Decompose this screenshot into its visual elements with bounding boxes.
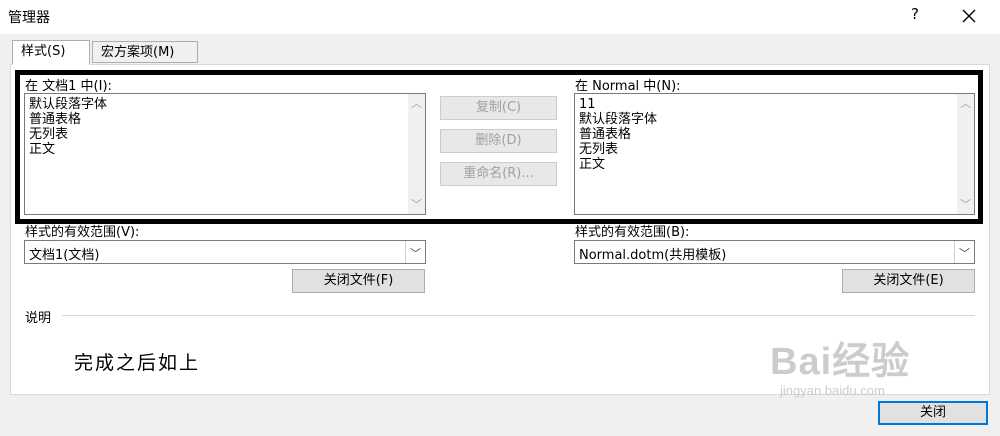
list-item[interactable]: 默认段落字体 (29, 97, 107, 112)
list-item[interactable]: 11 (579, 97, 657, 112)
delete-button[interactable]: 删除(D) (440, 129, 557, 153)
list-item[interactable]: 无列表 (579, 142, 657, 157)
watermark: Bai经验 jingyan.baidu.com (770, 330, 910, 398)
watermark-url: jingyan.baidu.com (780, 383, 885, 398)
list-item[interactable]: 无列表 (29, 127, 107, 142)
watermark-brand: Bai经验 (770, 341, 911, 383)
scroll-up-icon[interactable]: ︿ (960, 98, 971, 109)
close-button[interactable]: 关闭 (878, 401, 988, 425)
window-title: 管理器 (8, 10, 50, 26)
scroll-down-icon[interactable]: ﹀ (411, 199, 422, 210)
left-scope-label: 样式的有效范围(V): (25, 225, 140, 240)
help-button[interactable]: ? (905, 5, 925, 27)
right-close-file-button[interactable]: 关闭文件(E) (842, 269, 975, 293)
list-item[interactable]: 默认段落字体 (579, 112, 657, 127)
right-list-scrollbar[interactable]: ︿ ﹀ (957, 94, 974, 214)
description-text: 完成之后如上 (74, 352, 201, 374)
title-bar: 管理器 ? (0, 0, 1000, 34)
list-item[interactable]: 正文 (29, 142, 107, 157)
tab-macro-items[interactable]: 宏方案项(M) (92, 41, 198, 63)
left-close-file-button[interactable]: 关闭文件(F) (292, 269, 425, 293)
right-scope-label: 样式的有效范围(B): (575, 225, 690, 240)
close-icon[interactable] (955, 4, 983, 28)
tab-styles[interactable]: 样式(S) (12, 40, 90, 65)
left-style-list[interactable]: 默认段落字体 普通表格 无列表 正文 ︿ ﹀ (24, 93, 426, 215)
description-label: 说明 (25, 311, 52, 326)
list-item[interactable]: 普通表格 (29, 112, 107, 127)
left-scope-select[interactable]: 文档1(文档) ﹀ (24, 240, 426, 264)
right-scope-select[interactable]: Normal.dotm(共用模板) ﹀ (574, 240, 975, 264)
right-in-label: 在 Normal 中(N): (575, 79, 681, 94)
left-scope-value: 文档1(文档) (29, 248, 100, 263)
left-in-label: 在 文档1 中(I): (25, 79, 112, 94)
chevron-down-icon[interactable]: ﹀ (954, 241, 974, 263)
copy-button[interactable]: 复制(C) (440, 96, 557, 120)
scroll-down-icon[interactable]: ﹀ (960, 199, 971, 210)
chevron-down-icon[interactable]: ﹀ (405, 241, 425, 263)
right-scope-value: Normal.dotm(共用模板) (579, 248, 727, 263)
list-item[interactable]: 正文 (579, 157, 657, 172)
list-item[interactable]: 普通表格 (579, 127, 657, 142)
scroll-up-icon[interactable]: ︿ (411, 98, 422, 109)
description-divider (62, 315, 975, 316)
rename-button[interactable]: 重命名(R)... (440, 162, 557, 186)
left-list-scrollbar[interactable]: ︿ ﹀ (408, 94, 425, 214)
right-style-list[interactable]: 11 默认段落字体 普通表格 无列表 正文 ︿ ﹀ (574, 93, 975, 215)
